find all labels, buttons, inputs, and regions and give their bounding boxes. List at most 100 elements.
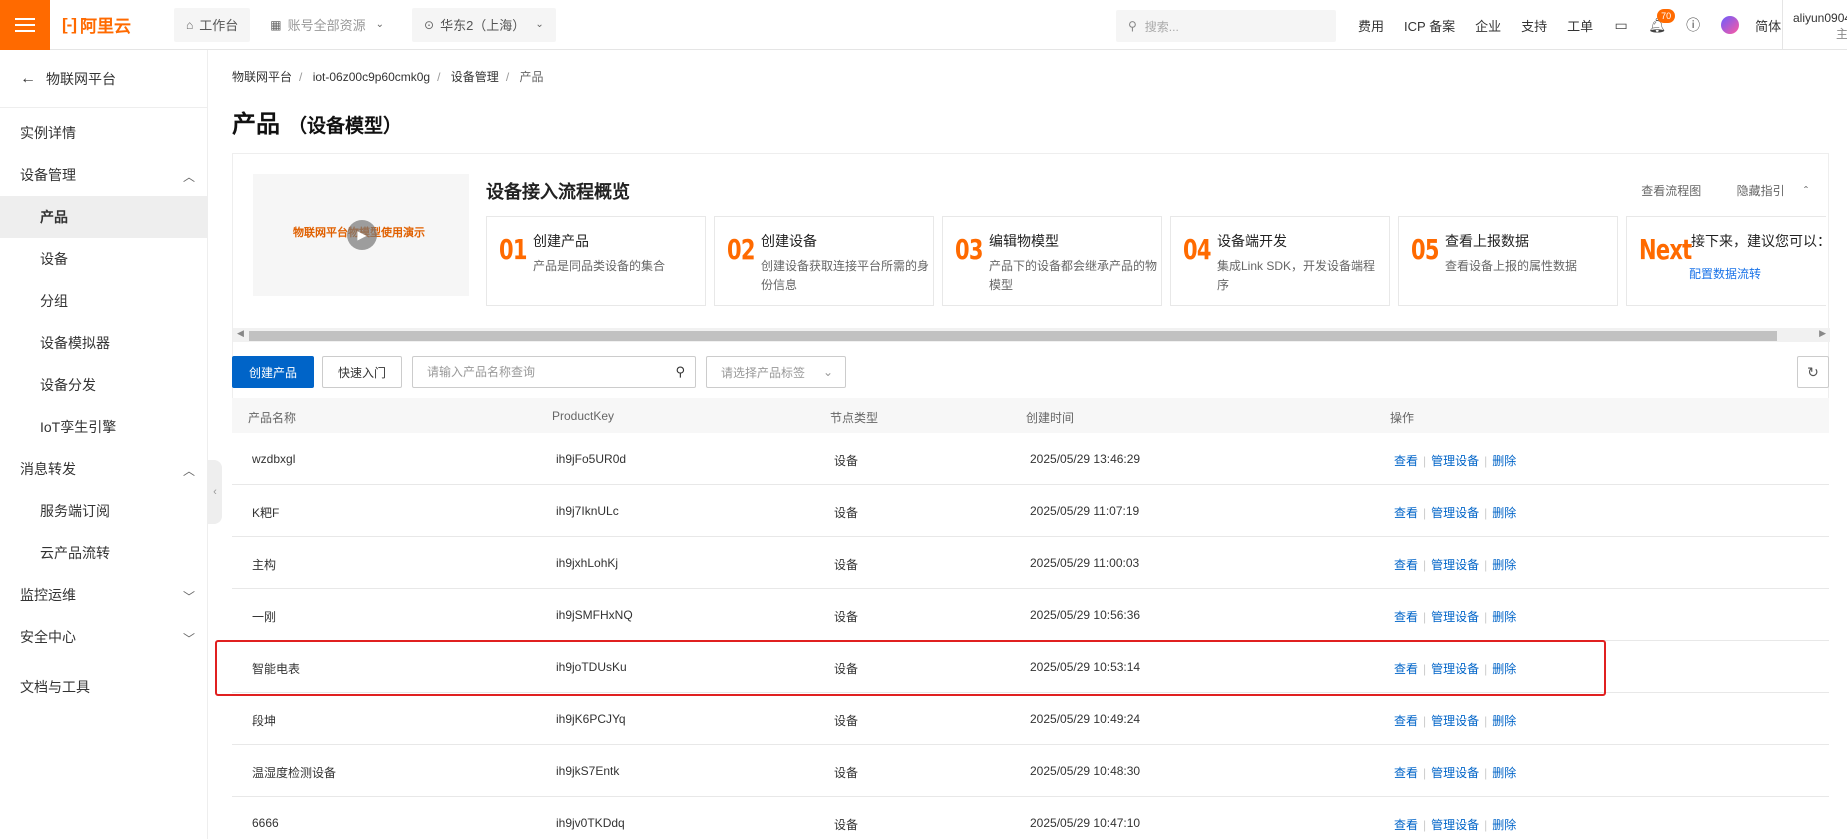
product-name: wzdbxgl bbox=[252, 452, 296, 466]
manage-devices-link[interactable]: 管理设备 bbox=[1431, 454, 1479, 468]
node-type: 设备 bbox=[834, 558, 859, 572]
link-billing[interactable]: 费用 bbox=[1358, 16, 1384, 35]
delete-link[interactable]: 删除 bbox=[1492, 558, 1516, 572]
manage-devices-link[interactable]: 管理设备 bbox=[1431, 506, 1479, 520]
product-name: 段坤 bbox=[252, 714, 277, 728]
manage-devices-link[interactable]: 管理设备 bbox=[1431, 558, 1479, 572]
breadcrumb-item[interactable]: iot-06z00c9p60cmk0g bbox=[313, 70, 430, 84]
breadcrumb-item[interactable]: 设备管理 bbox=[451, 70, 499, 84]
view-link[interactable]: 查看 bbox=[1394, 506, 1418, 520]
view-link[interactable]: 查看 bbox=[1394, 558, 1418, 572]
product-search-field[interactable] bbox=[427, 365, 647, 379]
region-select[interactable]: ⊙ 华东2（上海） ⌄ bbox=[412, 7, 556, 42]
hide-guide-link[interactable]: 隐藏指引 ˆ bbox=[1721, 184, 1808, 198]
product-key: ih9jSMFHxNQ bbox=[556, 608, 633, 622]
account-scope-select[interactable]: ▦ 账号全部资源 ⌄ bbox=[258, 7, 397, 42]
page-title-text: 产品 bbox=[232, 111, 280, 138]
view-flow-link[interactable]: 查看流程图 bbox=[1641, 184, 1701, 198]
search-icon[interactable]: ⚲ bbox=[675, 364, 685, 380]
row-actions: 查看 | 管理设备 | 删除 bbox=[1394, 714, 1517, 728]
horizontal-scrollbar[interactable]: ◀ ▶ bbox=[233, 328, 1830, 342]
guide-step[interactable]: 03 编辑物模型 产品下的设备都会继承产品的物模型 bbox=[942, 216, 1162, 306]
sidebar-item-server-subscribe[interactable]: 服务端订阅 bbox=[0, 490, 207, 532]
sidebar-item-device[interactable]: 设备 bbox=[0, 238, 207, 280]
sidebar-item-docs[interactable]: 文档与工具 bbox=[0, 666, 207, 708]
sidebar-collapse-handle[interactable]: ‹ bbox=[208, 460, 222, 524]
scroll-left-icon[interactable]: ◀ bbox=[237, 328, 244, 339]
delete-link[interactable]: 删除 bbox=[1492, 818, 1516, 832]
scroll-right-icon[interactable]: ▶ bbox=[1819, 328, 1826, 339]
global-search-input[interactable]: ⚲ 搜索... bbox=[1116, 10, 1336, 42]
view-link[interactable]: 查看 bbox=[1394, 610, 1418, 624]
manage-devices-link[interactable]: 管理设备 bbox=[1431, 818, 1479, 832]
back-button[interactable]: ← 物联网平台 bbox=[0, 50, 207, 108]
manage-devices-link[interactable]: 管理设备 bbox=[1431, 766, 1479, 780]
sidebar-group-security[interactable]: 安全中心 ﹀ bbox=[0, 616, 207, 658]
guide-step[interactable]: 05 查看上报数据 查看设备上报的属性数据 bbox=[1398, 216, 1618, 306]
delete-link[interactable]: 删除 bbox=[1492, 454, 1516, 468]
sidebar-item-instance[interactable]: 实例详情 bbox=[0, 112, 207, 154]
sidebar-group-device-mgmt[interactable]: 设备管理 ︿ bbox=[0, 154, 207, 196]
sidebar-item-group[interactable]: 分组 bbox=[0, 280, 207, 322]
delete-link[interactable]: 删除 bbox=[1492, 662, 1516, 676]
back-label: 物联网平台 bbox=[46, 70, 116, 87]
refresh-button[interactable]: ↻ bbox=[1797, 356, 1829, 388]
link-ticket[interactable]: 工单 bbox=[1567, 16, 1593, 35]
sidebar-item-twin-engine[interactable]: IoT孪生引擎 bbox=[0, 406, 207, 448]
guide-step[interactable]: 02 创建设备 创建设备获取连接平台所需的身份信息 bbox=[714, 216, 934, 306]
link-icp[interactable]: ICP 备案 bbox=[1404, 16, 1455, 35]
page-title: 产品 （设备模型） bbox=[232, 104, 402, 139]
ai-assistant-icon[interactable] bbox=[1721, 16, 1740, 34]
product-key: ih9joTDUsKu bbox=[556, 660, 627, 674]
sidebar-item-distribution[interactable]: 设备分发 bbox=[0, 364, 207, 406]
guide-step[interactable]: 01 创建产品 产品是同品类设备的集合 bbox=[486, 216, 706, 306]
configure-data-flow-link[interactable]: 配置数据流转 bbox=[1689, 265, 1761, 282]
workbench-button[interactable]: ⌂ 工作台 bbox=[174, 7, 251, 42]
chevron-down-icon: ﹀ bbox=[182, 632, 195, 646]
play-icon[interactable]: ▶ bbox=[347, 220, 377, 250]
delete-link[interactable]: 删除 bbox=[1492, 714, 1516, 728]
chevron-down-icon: ⌄ bbox=[535, 19, 544, 30]
bell-icon[interactable]: 🔔︎ 70 bbox=[1648, 9, 1676, 33]
language-switch[interactable]: 简体 bbox=[1755, 16, 1781, 35]
row-actions: 查看 | 管理设备 | 删除 bbox=[1394, 454, 1517, 468]
sidebar-item-product[interactable]: 产品 bbox=[0, 196, 207, 238]
view-link[interactable]: 查看 bbox=[1394, 766, 1418, 780]
demo-video[interactable]: 物联网平台物模型使用演示 ▶ bbox=[253, 174, 469, 296]
view-link[interactable]: 查看 bbox=[1394, 454, 1418, 468]
link-enterprise[interactable]: 企业 bbox=[1475, 16, 1501, 35]
product-tag-select[interactable]: 请选择产品标签 ⌄ bbox=[706, 356, 846, 388]
user-menu[interactable]: aliyun0904 主 bbox=[1782, 0, 1847, 50]
view-link[interactable]: 查看 bbox=[1394, 818, 1418, 832]
sidebar-item-cloud-flow[interactable]: 云产品流转 bbox=[0, 532, 207, 574]
scrollbar-thumb[interactable] bbox=[249, 331, 1777, 341]
sidebar-group-monitoring[interactable]: 监控运维 ﹀ bbox=[0, 574, 207, 616]
product-search-input[interactable]: ⚲ bbox=[412, 356, 696, 388]
menu-icon[interactable] bbox=[0, 0, 50, 50]
manage-devices-link[interactable]: 管理设备 bbox=[1431, 714, 1479, 728]
breadcrumb-item[interactable]: 物联网平台 bbox=[232, 70, 292, 84]
table-row: wzdbxgl ih9jFo5UR0d 设备 2025/05/29 13:46:29 查… bbox=[232, 433, 1829, 485]
row-actions: 查看 | 管理设备 | 删除 bbox=[1394, 766, 1517, 780]
sidebar-item-simulator[interactable]: 设备模拟器 bbox=[0, 322, 207, 364]
delete-link[interactable]: 删除 bbox=[1492, 610, 1516, 624]
sidebar-group-message[interactable]: 消息转发 ︿ bbox=[0, 448, 207, 490]
step-title: 设备端开发 bbox=[1217, 233, 1287, 249]
view-link[interactable]: 查看 bbox=[1394, 714, 1418, 728]
terminal-icon[interactable]: ▭ bbox=[1613, 17, 1629, 33]
row-actions: 查看 | 管理设备 | 删除 bbox=[1394, 818, 1517, 832]
view-link[interactable]: 查看 bbox=[1394, 662, 1418, 676]
guide-step[interactable]: 04 设备端开发 集成Link SDK，开发设备端程序 bbox=[1170, 216, 1390, 306]
delete-link[interactable]: 删除 bbox=[1492, 766, 1516, 780]
link-support[interactable]: 支持 bbox=[1521, 16, 1547, 35]
search-icon: ⚲ bbox=[1128, 19, 1137, 33]
step-number: 05 bbox=[1411, 233, 1439, 266]
logo[interactable]: [-] 阿里云 bbox=[50, 0, 158, 50]
create-product-button[interactable]: 创建产品 bbox=[232, 356, 314, 388]
help-icon[interactable]: ⓘ bbox=[1685, 17, 1701, 33]
manage-devices-link[interactable]: 管理设备 bbox=[1431, 662, 1479, 676]
delete-link[interactable]: 删除 bbox=[1492, 506, 1516, 520]
quick-start-button[interactable]: 快速入门 bbox=[322, 356, 402, 388]
hide-guide-label: 隐藏指引 bbox=[1736, 184, 1785, 198]
manage-devices-link[interactable]: 管理设备 bbox=[1431, 610, 1479, 624]
